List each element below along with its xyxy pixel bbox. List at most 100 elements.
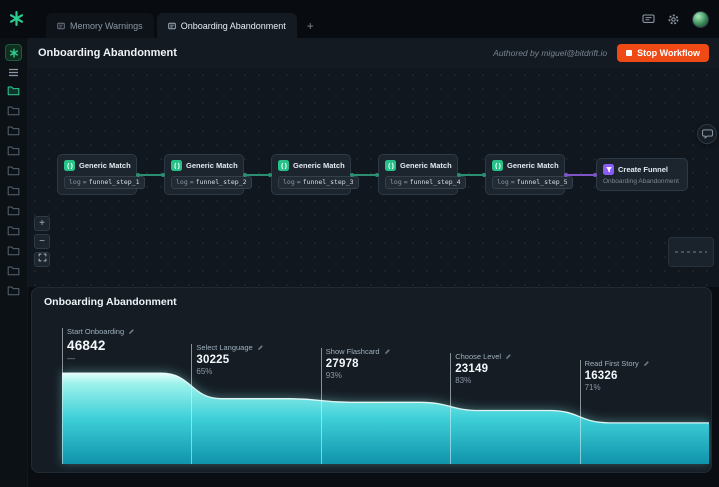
funnel-panel-title: Onboarding Abandonment xyxy=(44,296,177,308)
folder-icon[interactable] xyxy=(7,225,20,236)
stage-divider xyxy=(62,328,63,464)
stage-sub: — xyxy=(67,354,75,363)
stage-value: 27978 xyxy=(325,358,359,370)
workflow-title: Onboarding Abandonment xyxy=(38,47,177,59)
stage-name: Read First Story xyxy=(584,359,639,368)
node-param-chip: log = funnel_step_1 xyxy=(64,175,145,189)
generic-match-node-4[interactable]: Generic Match log = funnel_step_4 xyxy=(378,154,466,195)
funnel-stage: Read First Story 16326 71% xyxy=(585,359,650,392)
create-funnel-node[interactable]: Create Funnel Onboarding Abandonment xyxy=(596,158,688,191)
folder-icon[interactable] xyxy=(7,165,20,176)
funnel-stage: Select Language 30225 65% xyxy=(196,343,263,376)
stage-divider xyxy=(579,360,581,464)
stage-edit-icon[interactable] xyxy=(643,360,650,367)
minimap[interactable] xyxy=(668,237,714,267)
stage-edit-icon[interactable] xyxy=(384,348,391,355)
feedback-icon[interactable] xyxy=(642,13,655,25)
chat-bubble-icon xyxy=(701,129,713,139)
minimap-nodes xyxy=(675,251,707,253)
match-icon xyxy=(171,160,182,171)
folder-icon-active[interactable] xyxy=(7,85,20,96)
folder-icon[interactable] xyxy=(7,205,20,216)
node-title: Generic Match xyxy=(293,161,345,170)
stage-edit-icon[interactable] xyxy=(257,344,264,351)
tab-memory-warnings[interactable]: Memory Warnings xyxy=(46,13,154,38)
stage-sub: 93% xyxy=(325,371,342,380)
stage-sub: 83% xyxy=(455,376,472,385)
zoom-controls: + − xyxy=(34,216,50,267)
stage-name: Show Flashcard xyxy=(325,347,380,356)
folder-icon[interactable] xyxy=(7,245,20,256)
node-subtitle: Onboarding Abandonment xyxy=(603,178,679,185)
stage-value: 46842 xyxy=(67,338,106,353)
generic-match-node-3[interactable]: Generic Match log = funnel_step_3 xyxy=(271,154,359,195)
app-window: Memory Warnings Onboarding Abandonment + xyxy=(0,0,719,487)
node-row: Generic Match log = funnel_step_1 Generic … xyxy=(57,154,688,195)
folder-icon[interactable] xyxy=(7,105,20,116)
sidebar xyxy=(0,38,28,487)
generic-match-node-2[interactable]: Generic Match log = funnel_step_2 xyxy=(164,154,252,195)
folder-icon[interactable] xyxy=(7,125,20,136)
node-title: Create Funnel xyxy=(618,165,669,174)
workflow-header: Onboarding Abandonment Authored by migue… xyxy=(28,38,719,68)
funnel-icon xyxy=(603,164,614,175)
folder-icon[interactable] xyxy=(7,185,20,196)
generic-match-node-5[interactable]: Generic Match log = funnel_step_5 xyxy=(485,154,573,195)
node-title: Generic Match xyxy=(186,161,238,170)
zoom-fit-button[interactable] xyxy=(34,252,50,267)
workflow-canvas[interactable]: Generic Match log = funnel_step_1 Generic … xyxy=(28,68,719,287)
match-icon xyxy=(492,160,503,171)
new-tab-button[interactable]: + xyxy=(307,20,314,32)
stage-divider xyxy=(450,353,452,464)
tab-icon xyxy=(57,22,65,29)
tab-label: Memory Warnings xyxy=(70,20,143,31)
node-param-chip: log = funnel_step_3 xyxy=(278,175,359,189)
tab-label: Onboarding Abandonment xyxy=(180,20,286,31)
stage-edit-icon[interactable] xyxy=(128,328,135,335)
connector-edge-purple xyxy=(564,172,597,177)
stage-name: Start Onboarding xyxy=(67,327,125,336)
zoom-out-button[interactable]: − xyxy=(34,234,50,249)
tab-onboarding-abandonment[interactable]: Onboarding Abandonment xyxy=(156,13,297,38)
folder-icon[interactable] xyxy=(7,265,20,276)
funnel-stage: Start Onboarding 46842 — xyxy=(67,327,135,363)
stage-name: Select Language xyxy=(196,343,253,352)
connector-edge xyxy=(243,172,272,177)
node-param-chip: log = funnel_step_2 xyxy=(171,175,252,189)
folder-icon[interactable] xyxy=(7,145,20,156)
tab-icon xyxy=(167,22,176,29)
chat-bubble-button[interactable] xyxy=(697,124,717,144)
authored-by: Authored by miguel@bitdrift.io xyxy=(493,48,608,58)
stage-sub: 71% xyxy=(584,383,601,392)
folder-icon[interactable] xyxy=(7,285,20,296)
stage-divider xyxy=(320,348,322,464)
user-avatar[interactable] xyxy=(692,10,709,28)
funnel-stage: Show Flashcard 27978 93% xyxy=(326,347,391,380)
stage-name: Choose Level xyxy=(455,352,502,361)
stop-workflow-label: Stop Workflow xyxy=(637,48,700,58)
funnel-chart: Start Onboarding 46842 — Select Language… xyxy=(62,314,709,464)
node-param-chip: log = funnel_step_4 xyxy=(385,175,466,189)
stage-sub: 65% xyxy=(196,367,213,376)
stage-edit-icon[interactable] xyxy=(505,353,512,360)
connector-edge xyxy=(136,172,165,177)
settings-gear-icon[interactable] xyxy=(667,13,680,26)
funnel-panel: Onboarding Abandonment Start Onboarding … xyxy=(31,287,712,473)
stage-divider xyxy=(191,344,193,464)
stage-value: 16326 xyxy=(584,370,618,382)
generic-match-node-1[interactable]: Generic Match log = funnel_step_1 xyxy=(57,154,145,195)
zoom-in-button[interactable]: + xyxy=(34,216,50,231)
stop-icon xyxy=(626,50,633,56)
funnel-stage: Choose Level 23149 83% xyxy=(455,352,512,385)
connector-edge xyxy=(350,172,379,177)
topbar: Memory Warnings Onboarding Abandonment + xyxy=(0,0,719,38)
node-title: Generic Match xyxy=(400,161,452,170)
node-param-chip: log = funnel_step_5 xyxy=(492,175,573,189)
list-icon[interactable] xyxy=(8,68,19,77)
match-icon xyxy=(278,160,289,171)
match-icon xyxy=(385,160,396,171)
bitdrift-logo-icon xyxy=(8,10,25,27)
match-icon xyxy=(64,160,75,171)
sidebar-app-icon[interactable] xyxy=(5,44,22,61)
stop-workflow-button[interactable]: Stop Workflow xyxy=(617,44,709,62)
